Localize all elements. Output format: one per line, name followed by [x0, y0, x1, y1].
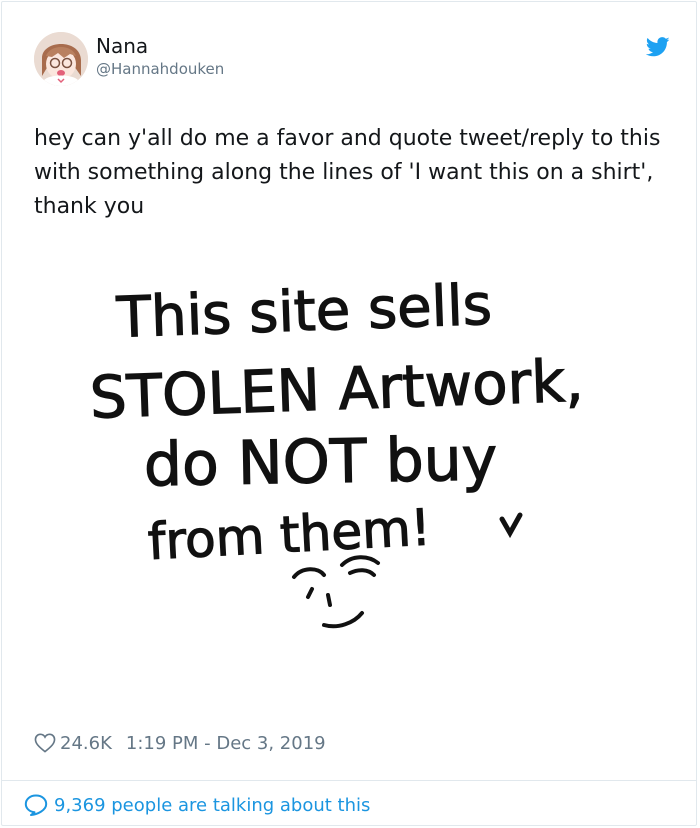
heart-icon[interactable]: [34, 733, 56, 753]
user-names: Nana @Hannahdouken: [96, 34, 224, 80]
tweet-header: Nana @Hannahdouken: [34, 32, 674, 92]
user-handle[interactable]: @Hannahdouken: [96, 58, 224, 80]
avatar-illustration: [34, 32, 88, 86]
art-line-4: from them!: [146, 498, 432, 571]
smiley-doodle: [292, 555, 380, 629]
avatar[interactable]: [34, 32, 88, 86]
art-line-2: STOLEN Artwork,: [89, 347, 585, 432]
display-name[interactable]: Nana: [96, 34, 224, 58]
handwritten-art: This site sells STOLEN Artwork, do NOT b…: [88, 272, 585, 572]
twitter-bird-icon[interactable]: [646, 36, 670, 58]
heart-doodle: [499, 512, 523, 539]
talking-link[interactable]: 9,369 people are talking about this: [24, 790, 370, 820]
tweet-image[interactable]: This site sells STOLEN Artwork, do NOT b…: [62, 257, 622, 657]
divider: [2, 780, 696, 781]
speech-bubble-icon: [24, 794, 48, 816]
art-line-1: This site sells: [115, 273, 493, 351]
talking-text[interactable]: 9,369 people are talking about this: [54, 795, 370, 816]
timestamp[interactable]: 1:19 PM - Dec 3, 2019: [126, 733, 326, 754]
tweet-text: hey can y'all do me a favor and quote tw…: [34, 126, 661, 219]
like-count[interactable]: 24.6K: [60, 733, 112, 754]
tweet-footer: 24.6K 1:19 PM - Dec 3, 2019: [34, 728, 326, 758]
tweet-card: Nana @Hannahdouken hey can y'all do me a…: [1, 1, 697, 826]
art-line-3: do NOT buy: [143, 424, 497, 500]
